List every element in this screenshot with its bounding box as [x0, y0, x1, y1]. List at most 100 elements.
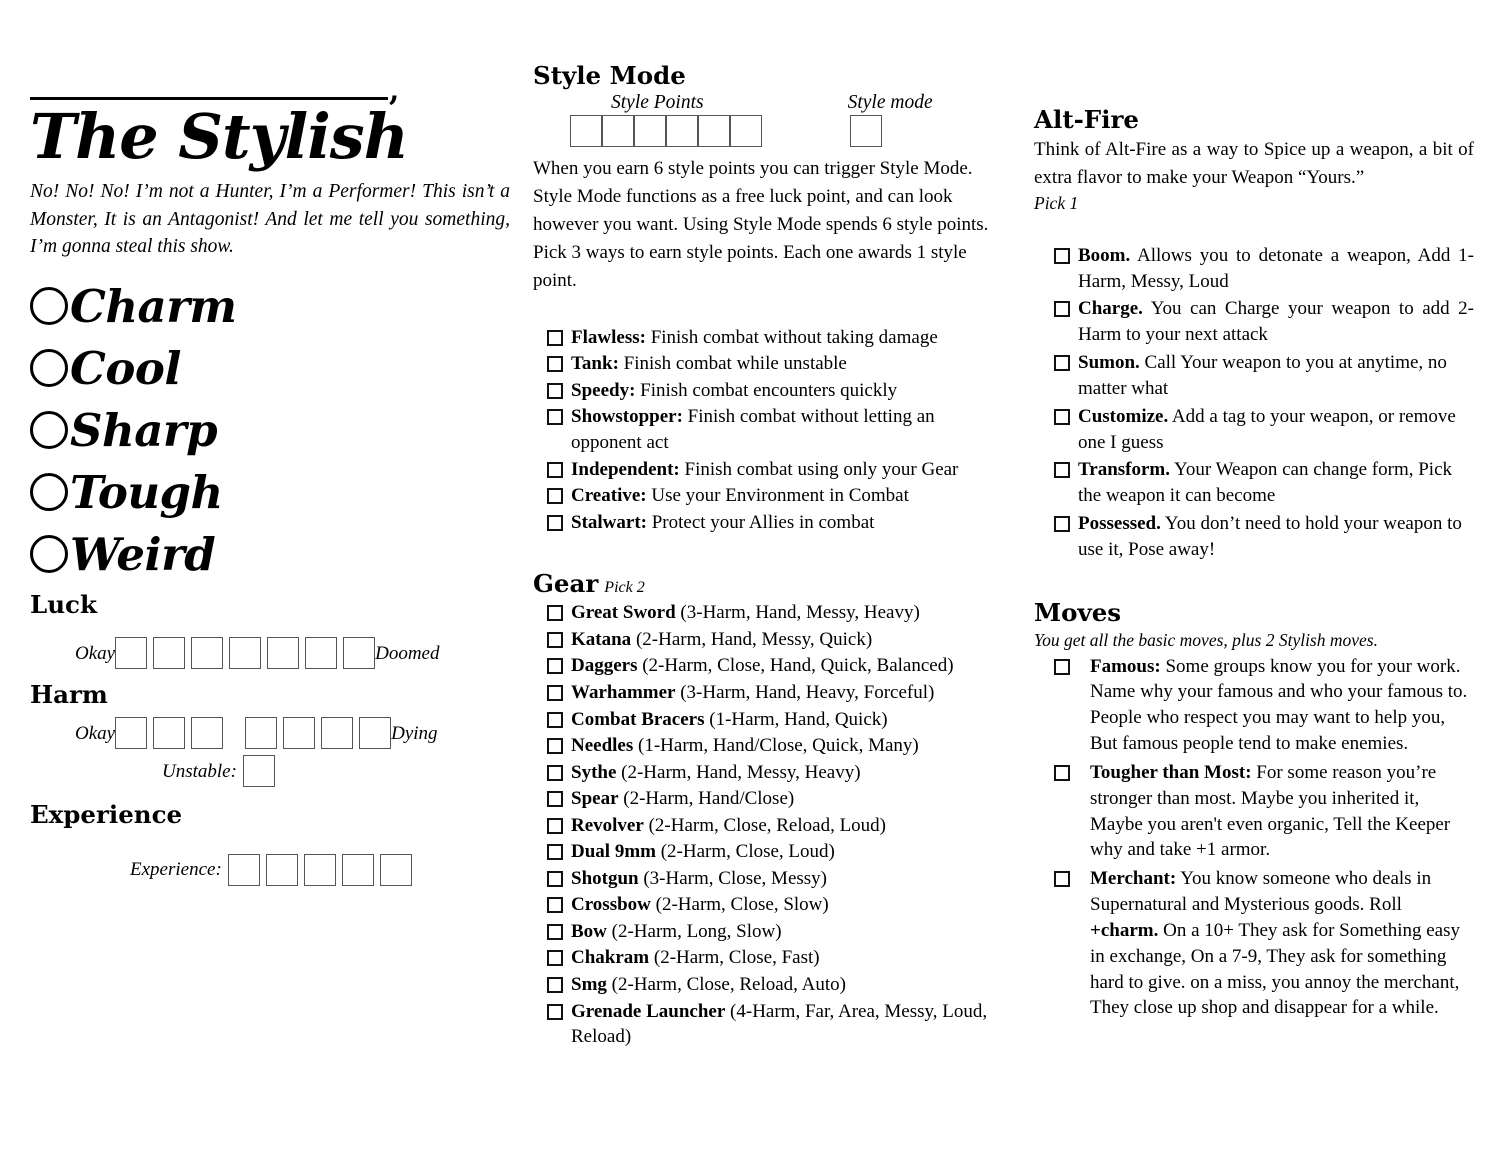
- list-item[interactable]: Transform. Your Weapon can change form, …: [1054, 457, 1474, 509]
- list-item[interactable]: Creative: Use your Environment in Combat: [547, 483, 1003, 509]
- list-item[interactable]: Bow (2-Harm, Long, Slow): [547, 919, 1003, 945]
- rating-row-weird[interactable]: Weird: [30, 523, 510, 585]
- checkbox-icon[interactable]: [547, 684, 563, 701]
- harm-track[interactable]: Okay Dying: [30, 717, 510, 750]
- checkbox-icon[interactable]: [547, 738, 563, 755]
- unstable-track[interactable]: Unstable:: [30, 755, 510, 788]
- checkbox-icon[interactable]: [1054, 516, 1070, 533]
- list-item[interactable]: Warhammer (3-Harm, Hand, Heavy, Forceful…: [547, 680, 1003, 706]
- checkbox-icon[interactable]: [547, 976, 563, 993]
- rating-row-tough[interactable]: Tough: [30, 461, 510, 523]
- experience-box[interactable]: [265, 853, 298, 886]
- checkbox-icon[interactable]: [1054, 247, 1070, 264]
- harm-box[interactable]: [115, 717, 148, 750]
- harm-box[interactable]: [283, 717, 316, 750]
- luck-box[interactable]: [153, 637, 186, 670]
- experience-box[interactable]: [379, 853, 412, 886]
- checkbox-icon[interactable]: [1054, 355, 1070, 372]
- character-name-field[interactable]: ,: [30, 76, 510, 106]
- list-item[interactable]: Revolver (2-Harm, Close, Reload, Loud): [547, 813, 1003, 839]
- checkbox-icon[interactable]: [547, 870, 563, 887]
- experience-box[interactable]: [341, 853, 374, 886]
- checkbox-icon[interactable]: [547, 817, 563, 834]
- checkbox-icon[interactable]: [547, 488, 563, 505]
- list-item[interactable]: Dual 9mm (2-Harm, Close, Loud): [547, 839, 1003, 865]
- list-item[interactable]: Daggers (2-Harm, Close, Hand, Quick, Bal…: [547, 653, 1003, 679]
- luck-box[interactable]: [191, 637, 224, 670]
- checkbox-icon[interactable]: [547, 658, 563, 675]
- rating-circle-icon[interactable]: [30, 287, 68, 326]
- list-item[interactable]: Great Sword (3-Harm, Hand, Messy, Heavy): [547, 600, 1003, 626]
- list-item[interactable]: Speedy: Finish combat encounters quickly: [547, 378, 1003, 404]
- list-item[interactable]: Independent: Finish combat using only yo…: [547, 457, 1003, 483]
- experience-box[interactable]: [227, 853, 260, 886]
- harm-box[interactable]: [191, 717, 224, 750]
- checkbox-icon[interactable]: [547, 382, 563, 399]
- list-item[interactable]: Customize. Add a tag to your weapon, or …: [1054, 404, 1474, 456]
- style-point-box[interactable]: [602, 115, 634, 148]
- list-item[interactable]: Tougher than Most: For some reason you’r…: [1054, 760, 1474, 863]
- harm-box[interactable]: [321, 717, 354, 750]
- luck-box[interactable]: [267, 637, 300, 670]
- list-item[interactable]: Famous: Some groups know you for your wo…: [1054, 654, 1474, 757]
- checkbox-icon[interactable]: [1054, 764, 1070, 781]
- checkbox-icon[interactable]: [1054, 871, 1070, 888]
- style-mode-box[interactable]: [850, 115, 882, 148]
- checkbox-icon[interactable]: [547, 844, 563, 861]
- luck-box[interactable]: [229, 637, 262, 670]
- experience-box[interactable]: [303, 853, 336, 886]
- checkbox-icon[interactable]: [547, 923, 563, 940]
- harm-box[interactable]: [245, 717, 278, 750]
- list-item[interactable]: Katana (2-Harm, Hand, Messy, Quick): [547, 627, 1003, 653]
- list-item[interactable]: Grenade Launcher (4-Harm, Far, Area, Mes…: [547, 999, 1003, 1050]
- list-item[interactable]: Flawless: Finish combat without taking d…: [547, 325, 1003, 351]
- harm-box[interactable]: [153, 717, 186, 750]
- list-item[interactable]: Sythe (2-Harm, Hand, Messy, Heavy): [547, 760, 1003, 786]
- checkbox-icon[interactable]: [1054, 658, 1070, 675]
- checkbox-icon[interactable]: [1054, 408, 1070, 425]
- list-item[interactable]: Smg (2-Harm, Close, Reload, Auto): [547, 972, 1003, 998]
- style-points-boxes[interactable]: [570, 115, 762, 148]
- checkbox-icon[interactable]: [1054, 301, 1070, 318]
- list-item[interactable]: Shotgun (3-Harm, Close, Messy): [547, 866, 1003, 892]
- list-item[interactable]: Chakram (2-Harm, Close, Fast): [547, 945, 1003, 971]
- experience-boxes[interactable]: [227, 853, 412, 886]
- rating-circle-icon[interactable]: [30, 411, 68, 450]
- experience-track[interactable]: Experience:: [30, 853, 510, 886]
- list-item[interactable]: Sumon. Call Your weapon to you at anytim…: [1054, 350, 1474, 402]
- list-item[interactable]: Charge. You can Charge your weapon to ad…: [1054, 296, 1474, 348]
- luck-boxes[interactable]: [115, 637, 376, 670]
- checkbox-icon[interactable]: [547, 356, 563, 373]
- checkbox-icon[interactable]: [547, 605, 563, 622]
- list-item[interactable]: Showstopper: Finish combat without letti…: [547, 404, 1003, 455]
- checkbox-icon[interactable]: [547, 631, 563, 648]
- harm-boxes-group-1[interactable]: [115, 717, 224, 750]
- list-item[interactable]: Stalwart: Protect your Allies in combat: [547, 510, 1003, 536]
- style-mode-trackers[interactable]: [533, 115, 1003, 148]
- luck-track[interactable]: Okay Doomed: [30, 637, 510, 670]
- checkbox-icon[interactable]: [547, 711, 563, 728]
- rating-row-cool[interactable]: Cool: [30, 337, 510, 399]
- list-item[interactable]: Combat Bracers (1-Harm, Hand, Quick): [547, 707, 1003, 733]
- list-item[interactable]: Merchant: You know someone who deals in …: [1054, 866, 1474, 1021]
- list-item[interactable]: Possessed. You don’t need to hold your w…: [1054, 511, 1474, 563]
- unstable-boxes[interactable]: [242, 755, 275, 788]
- harm-boxes-group-2[interactable]: [245, 717, 392, 750]
- rating-row-charm[interactable]: Charm: [30, 275, 510, 337]
- style-point-box[interactable]: [698, 115, 730, 148]
- style-point-box[interactable]: [666, 115, 698, 148]
- checkbox-icon[interactable]: [547, 791, 563, 808]
- list-item[interactable]: Tank: Finish combat while unstable: [547, 351, 1003, 377]
- style-point-box[interactable]: [730, 115, 762, 148]
- list-item[interactable]: Spear (2-Harm, Hand/Close): [547, 786, 1003, 812]
- checkbox-icon[interactable]: [547, 950, 563, 967]
- checkbox-icon[interactable]: [547, 764, 563, 781]
- list-item[interactable]: Needles (1-Harm, Hand/Close, Quick, Many…: [547, 733, 1003, 759]
- luck-box[interactable]: [115, 637, 148, 670]
- style-point-box[interactable]: [570, 115, 602, 148]
- luck-box[interactable]: [305, 637, 338, 670]
- rating-row-sharp[interactable]: Sharp: [30, 399, 510, 461]
- checkbox-icon[interactable]: [547, 409, 563, 426]
- harm-box[interactable]: [359, 717, 392, 750]
- checkbox-icon[interactable]: [547, 461, 563, 478]
